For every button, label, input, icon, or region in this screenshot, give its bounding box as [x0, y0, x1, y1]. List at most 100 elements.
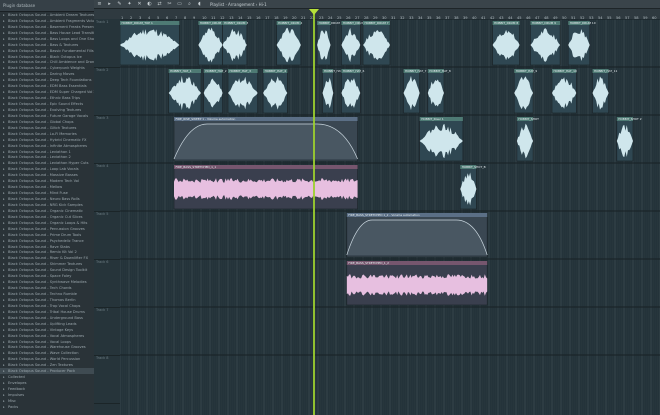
track-name: Track 8	[96, 356, 109, 360]
browser-item-label: Black Octopus Sound - World Percussion	[8, 357, 81, 362]
playhead-line[interactable]	[313, 9, 315, 415]
audio-clip[interactable]: HOBBIT_HAT_1	[168, 68, 202, 114]
browser-item-label: Black Octopus Sound - Organic Loops & Hi…	[8, 220, 88, 225]
audio-clip[interactable]: HOBBIT_DRUM 10	[567, 20, 596, 66]
browser-item-label: Black Octopus Sound - Tribal House Drums	[8, 309, 85, 314]
playlist-toolbar: ≡ ▸ ✎ ✦ ✕ ◐ ⇄ ✂ ▭ ⌕ ◖ Playlist · Arrange…	[94, 0, 660, 9]
audio-clip[interactable]: HOBBIT_HAT_8	[427, 68, 451, 114]
browser-item-label: Black Octopus Sound - Black Octopus Ice	[8, 54, 82, 59]
clip-label: HOBBIT_DRUM 2	[200, 21, 224, 25]
audio-clip[interactable]: HOBBIT_HAT_4	[262, 68, 288, 114]
clip-label: HOBBIT_HAT_7	[405, 69, 427, 73]
track-header[interactable]: Track 1	[94, 19, 120, 68]
track-name: Track 6	[96, 260, 109, 264]
browser-item-label: Black Octopus Sound - Thomas Berlin	[8, 297, 76, 302]
clip-label: FIRE_RISE_SWEEP 1 - Volume automation	[176, 117, 236, 121]
audio-clip[interactable]: HOBBIT_HAT_11	[592, 68, 618, 114]
audio-clip[interactable]: FIRE_BASS_STRETCHED_1_2	[346, 260, 488, 306]
browser-item-label: Black Octopus Sound - Lo-Fi Memories	[8, 131, 77, 136]
track-header[interactable]: Track 7	[94, 307, 120, 356]
pencil-icon[interactable]: ✎	[115, 1, 124, 7]
automation-curve[interactable]	[173, 123, 358, 160]
clip-label: HOBBIT_DRUM_TOP 1	[122, 21, 153, 25]
automation-clip[interactable]: FIRE_BASS_STRETCHED 1_2 - Volume automat…	[346, 212, 488, 258]
arrow-icon[interactable]: ▸	[105, 1, 114, 7]
brush-icon[interactable]: ✦	[125, 1, 134, 7]
browser-item-label: Envelopes	[8, 381, 27, 386]
browser-item-label: Black Octopus Sound - Organic Cut Slices	[8, 214, 83, 219]
browser-item-label: Black Octopus Sound - EDM Bass Essential…	[8, 84, 87, 89]
browser-item-label: Black Octopus Sound - Neuro Bass Rolls	[8, 197, 80, 202]
audio-clip[interactable]: HOBBIT_HAT_3	[227, 68, 259, 114]
audio-clip[interactable]: FIRE_BASS_STRETCHED_1_1	[173, 164, 358, 210]
browser-item-label: Black Octopus Sound - Leviathan 1	[8, 149, 71, 154]
browser-item-label: Black Octopus Sound - Riser & Downlifter…	[8, 256, 89, 261]
browser-item-label: Black Octopus Sound - Deep Tech Foundati…	[8, 78, 92, 83]
audio-clip[interactable]: HOBBIT_HAT_6	[341, 68, 365, 114]
browser-item-label: Black Octopus Sound - Prime Drum Tools	[8, 232, 82, 237]
track-header[interactable]: Track 5	[94, 211, 120, 260]
browser-item-label: Black Octopus Sound - Space Foley	[8, 274, 72, 279]
browser-item-label: Black Octopus Sound - Rave Stabs	[8, 244, 70, 249]
clip-label: HOBBIT_HAT_2	[205, 69, 227, 73]
browser-item-label: Black Octopus Sound - Ethnic Bass Trips	[8, 96, 80, 101]
menu-icon[interactable]: ≡	[95, 1, 104, 7]
audio-clip[interactable]: HOBBIT_DRUM 2	[198, 20, 224, 66]
audio-clip[interactable]: HOBBIT_DRUM_TOP 1	[120, 20, 180, 66]
track-name: Track 4	[96, 164, 109, 168]
browser-item-label: Black Octopus Sound - Future Garage Voca…	[8, 113, 89, 118]
browser-item-label: Black Octopus Sound - Tech Chords	[8, 286, 72, 291]
clip-label: FIRE_BASS_STRETCHED 1_2 - Volume automat…	[348, 213, 420, 217]
track-name: Track 2	[96, 68, 109, 72]
track-header[interactable]: Track 6	[94, 259, 120, 308]
automation-curve[interactable]	[346, 219, 488, 256]
audio-clip[interactable]: HOBBIT_DRUM 8	[492, 20, 520, 66]
slice-icon[interactable]: ✂	[165, 1, 174, 7]
browser-item-label: Black Octopus Sound - Mellow	[8, 185, 63, 190]
track-header[interactable]: Track 4	[94, 163, 120, 212]
slip-icon[interactable]: ⇄	[155, 1, 164, 7]
audio-clip[interactable]: HOBBIT_DRUM 3	[222, 20, 249, 66]
clip-label: HOBBIT_HAT_10	[554, 69, 577, 73]
audio-clip[interactable]: HOBBIT_SHOT 2	[616, 116, 642, 162]
track-header[interactable]: Track 8	[94, 355, 120, 404]
speaker-icon[interactable]: ◖	[195, 1, 204, 7]
browser-item-label: Black Octopus Sound - Modern Tech Vol	[8, 179, 79, 184]
audio-clip[interactable]: HOBBIT_SHOT	[516, 116, 539, 162]
clip-label: HOBBIT_SHOT	[518, 117, 539, 121]
browser-item-label: Black Octopus Sound - Vocal Atmospheres	[8, 333, 85, 338]
track-header-column: Track 1 Track 2 Track 3 Track 4 Track 5 Track…	[94, 19, 121, 415]
browser-item-label: Misc	[8, 398, 16, 403]
audio-clip[interactable]: HOBBIT_SHOT_B	[459, 164, 486, 210]
browser-item-label: Black Octopus Sound - Leviathan Hyper Cu…	[8, 161, 89, 166]
browser-item-label: Black Octopus Sound - Glitch Textures	[8, 125, 77, 130]
select-icon[interactable]: ▭	[175, 1, 184, 7]
track-header[interactable]: Track 3	[94, 115, 120, 164]
browser-item-label: Black Octopus Sound - Mind Fuse	[8, 191, 68, 196]
playhead-marker[interactable]	[309, 9, 319, 15]
audio-clip[interactable]: HOBBIT_DRUM 5	[316, 20, 343, 66]
browser-panel: Plugin database ▸ Black Octopus Sound - A…	[0, 0, 95, 415]
audio-clip[interactable]: HOBBIT_HAT_7	[403, 68, 427, 114]
arrangement-canvas: HOBBIT_DRUM_TOP 1 HOBBIT_DRUM 2 HOBBIT_DRU…	[120, 19, 660, 415]
browser-item[interactable]: ▸ Packs	[0, 404, 94, 410]
playlist-arrangement[interactable]: HOBBIT_DRUM_TOP 1 HOBBIT_DRUM 2 HOBBIT_DRU…	[120, 19, 660, 415]
browser-item-label: Black Octopus Sound - Infinite Atmospher…	[8, 143, 88, 148]
browser-item-label: Black Octopus Sound - Sound Design Toolk…	[8, 268, 88, 273]
track-name: Track 5	[96, 212, 109, 216]
audio-clip[interactable]: HOBBIT_HAT_10	[551, 68, 577, 114]
audio-clip[interactable]: HOBBIT_DRUM 7	[362, 20, 391, 66]
audio-clip[interactable]: HOBBIT_DRUM 9	[530, 20, 561, 66]
automation-clip[interactable]: FIRE_RISE_SWEEP 1 - Volume automation	[173, 116, 358, 162]
audio-clip[interactable]: HOBBIT_DRUM 4	[276, 20, 303, 66]
browser-item-label: Black Octopus Sound - Bass Loops and One…	[8, 36, 94, 41]
browser-item-label: Black Octopus Sound - Vintage Keys	[8, 327, 74, 332]
clip-label: HOBBIT_DRUM 10	[570, 21, 596, 25]
audio-clip[interactable]: HOBBIT_Riser 1	[419, 116, 464, 162]
track-header[interactable]: Track 2	[94, 67, 120, 116]
zoom-icon[interactable]: ⌕	[185, 1, 194, 7]
mute-icon[interactable]: ◐	[145, 1, 154, 7]
browser-item-label: Black Octopus Sound - Zen Textures	[8, 363, 73, 368]
delete-icon[interactable]: ✕	[135, 1, 144, 7]
browser-item-label: Black Octopus Sound - Psychedelic Trance	[8, 238, 84, 243]
